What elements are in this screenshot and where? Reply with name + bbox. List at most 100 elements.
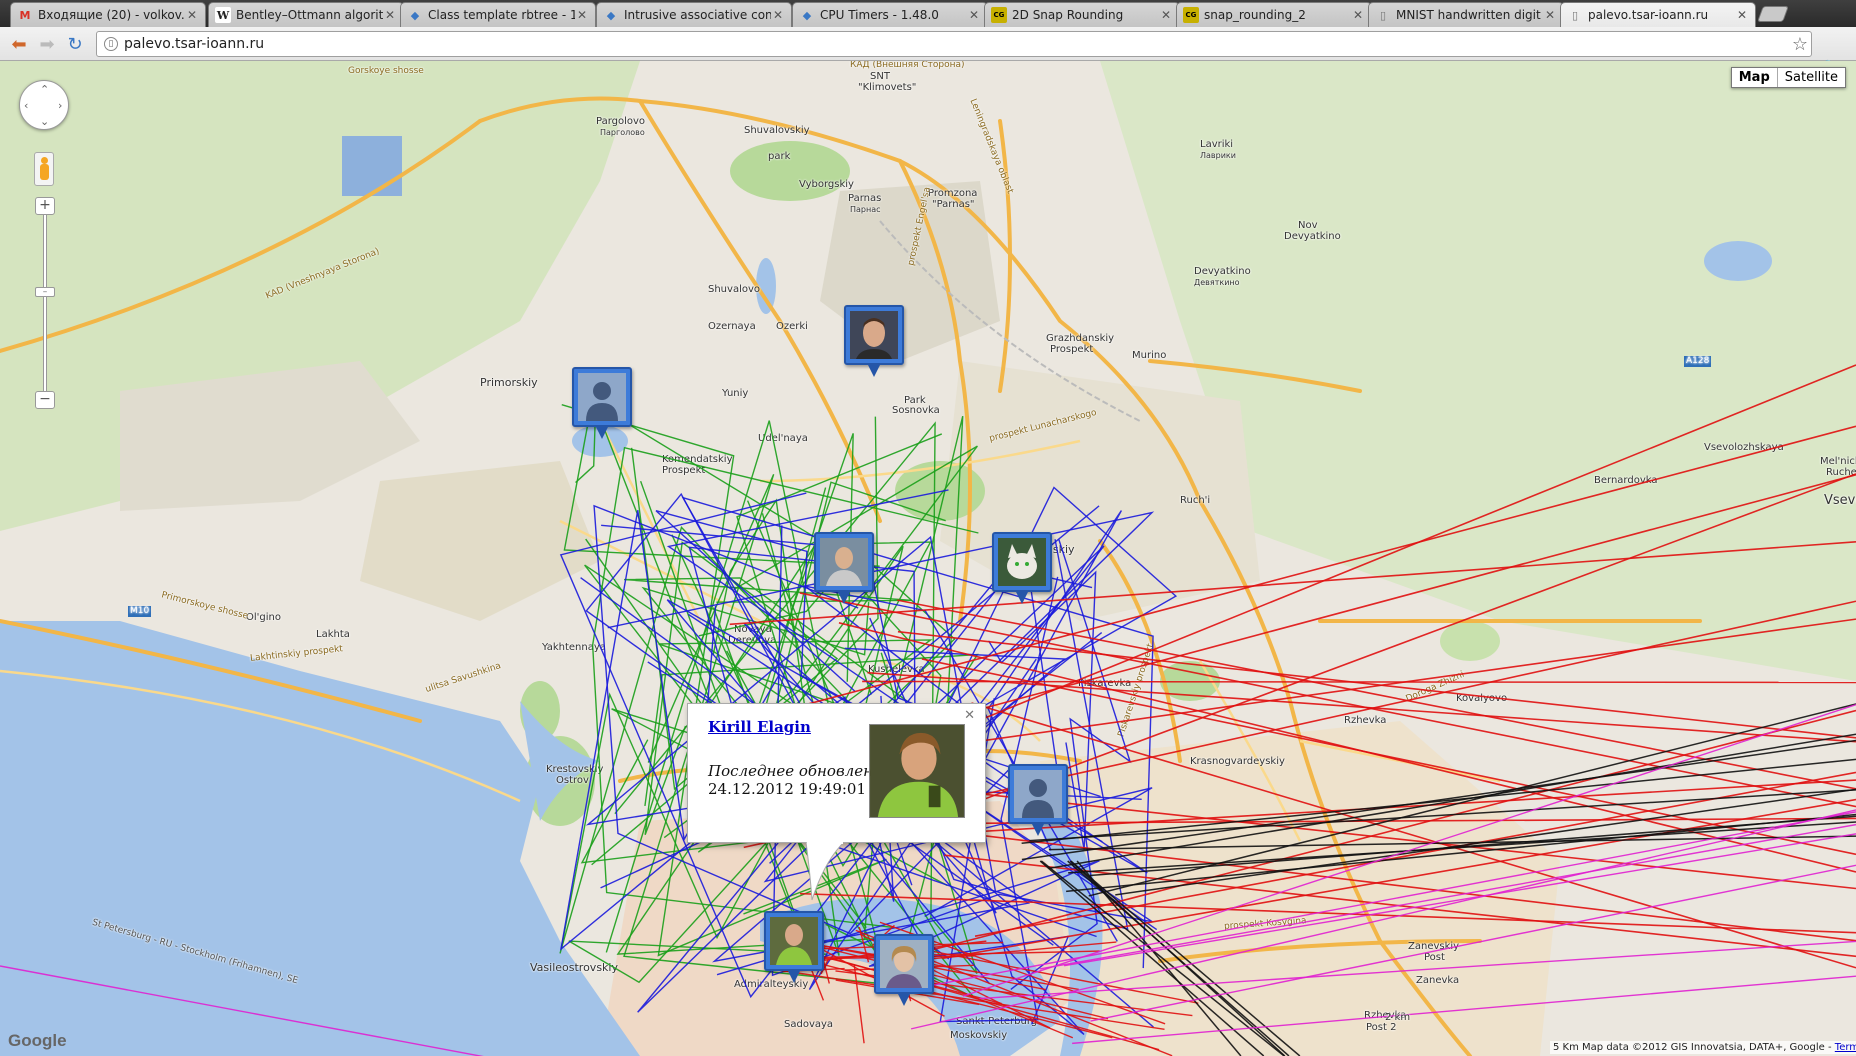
tab-gmail[interactable]: M Входящие (20) - volkov.io ✕ (10, 2, 206, 27)
magenta-track (0, 965, 484, 1056)
boost-icon: ◆ (802, 8, 812, 22)
back-arrow-icon: ⬅ (11, 33, 27, 55)
tab-boost-rbtree[interactable]: ◆ Class template rbtree - 1.4 ✕ (400, 2, 596, 27)
browser-toolbar: ⬅ ➡ ↻ ▯ palevo.tsar-ioann.ru ☆ 🔧 (0, 27, 1856, 80)
tab-title: Class template rbtree - 1.4 (428, 8, 575, 22)
close-icon[interactable]: ✕ (964, 708, 975, 723)
tab-title: MNIST handwritten digit d (1396, 8, 1543, 22)
black-track (1088, 703, 1856, 897)
url-text[interactable]: palevo.tsar-ioann.ru (124, 36, 1789, 52)
close-icon[interactable]: ✕ (1543, 8, 1557, 22)
marker-pointer (897, 992, 911, 1006)
zoom-slider-handle[interactable]: – (35, 287, 55, 297)
gmail-icon: M (19, 8, 31, 22)
pan-left-icon[interactable]: ‹ (24, 99, 28, 112)
marker-pointer (595, 425, 609, 439)
close-icon[interactable]: ✕ (1159, 8, 1173, 22)
new-tab-button[interactable] (1757, 6, 1789, 22)
marker-frame (992, 532, 1052, 592)
boost-icon: ◆ (606, 8, 616, 22)
user-marker[interactable] (844, 305, 904, 379)
marker-pointer (1031, 822, 1045, 836)
tab-boost-intrusive[interactable]: ◆ Intrusive associative conta ✕ (596, 2, 792, 27)
marker-frame (572, 367, 632, 427)
pegman-body (40, 164, 49, 180)
tab-strip: M Входящие (20) - volkov.io ✕ W Bentley–… (0, 0, 1856, 27)
tab-title: CPU Timers - 1.48.0 (820, 8, 939, 22)
terms-of-use-link[interactable]: Terms of Use (1835, 1042, 1856, 1053)
zoom-in-button[interactable]: + (35, 197, 55, 215)
magenta-track (962, 704, 1856, 997)
close-icon[interactable]: ✕ (967, 8, 981, 22)
zoom-out-button[interactable]: − (35, 391, 55, 409)
pan-control[interactable]: ⌃ ⌄ ‹ › (19, 80, 69, 130)
marker-pointer (1015, 590, 1029, 604)
cat-photo-icon (998, 538, 1046, 586)
pan-up-icon[interactable]: ⌃ (40, 83, 49, 96)
user-marker[interactable] (572, 367, 632, 441)
user-marker[interactable] (814, 532, 874, 606)
reload-icon: ↻ (67, 33, 83, 55)
marker-frame (764, 911, 824, 971)
page-icon: ▯ (104, 37, 118, 51)
default-avatar-icon (1014, 770, 1062, 818)
marker-pointer (867, 363, 881, 377)
document-icon: ▯ (1379, 8, 1387, 22)
close-icon[interactable]: ✕ (185, 8, 199, 22)
marker-frame (874, 934, 934, 994)
tab-cpu-timers[interactable]: ◆ CPU Timers - 1.48.0 ✕ (792, 2, 988, 27)
user-photo (869, 724, 965, 818)
close-icon[interactable]: ✕ (383, 8, 397, 22)
user-photo-icon (770, 917, 818, 965)
tab-snap-rounding[interactable]: CG 2D Snap Rounding ✕ (984, 2, 1180, 27)
map-copyright: 5 Km Map data ©2012 GIS Innovatsia, DATA… (1550, 1041, 1856, 1054)
forward-button[interactable]: ➡ (36, 33, 58, 55)
map-type-control: Map Satellite (1730, 67, 1846, 88)
red-track (853, 964, 865, 1044)
info-window: Kirill Elagin Последнее обновление: 24.1… (687, 703, 986, 901)
address-bar[interactable]: ▯ palevo.tsar-ioann.ru ☆ (96, 31, 1812, 57)
tab-wikipedia[interactable]: W Bentley–Ottmann algorith ✕ (208, 2, 404, 27)
close-icon[interactable]: ✕ (771, 8, 785, 22)
user-marker[interactable] (992, 532, 1052, 606)
document-icon: ▯ (1571, 8, 1579, 22)
marker-pointer (787, 969, 801, 983)
close-icon[interactable]: ✕ (1351, 8, 1365, 22)
user-marker[interactable] (1008, 764, 1068, 838)
street-view-pegman-icon[interactable] (34, 152, 54, 186)
tab-mnist[interactable]: ▯ MNIST handwritten digit d ✕ (1368, 2, 1564, 27)
map-canvas[interactable]: Pargolovo Паргoлово SNT "Klimovets" Shuv… (0, 61, 1856, 1056)
scale-5km-label: 5 Km (1553, 1042, 1579, 1053)
user-marker-selected[interactable] (764, 911, 824, 985)
tab-title: Входящие (20) - volkov.io (38, 8, 185, 22)
pan-down-icon[interactable]: ⌄ (40, 115, 49, 128)
user-photo-icon (820, 538, 868, 586)
user-photo-icon (850, 311, 898, 359)
user-photo-icon (880, 940, 928, 988)
map-type-map-button[interactable]: Map (1732, 68, 1778, 87)
map-type-satellite-button[interactable]: Satellite (1778, 68, 1845, 87)
tab-snap-rounding-2[interactable]: CG snap_rounding_2 ✕ (1176, 2, 1372, 27)
cgal-icon: CG (991, 7, 1007, 23)
bookmark-star-icon[interactable]: ☆ (1789, 34, 1811, 55)
close-icon[interactable]: ✕ (1735, 8, 1749, 22)
boost-icon: ◆ (410, 8, 420, 22)
tab-title: Intrusive associative conta (624, 8, 771, 22)
marker-frame (814, 532, 874, 592)
zoom-slider-rail[interactable] (43, 204, 47, 394)
red-track (791, 425, 1856, 710)
reload-button[interactable]: ↻ (64, 33, 86, 55)
marker-frame (844, 305, 904, 365)
close-icon[interactable]: ✕ (575, 8, 589, 22)
user-name-link[interactable]: Kirill Elagin (708, 718, 811, 736)
user-marker[interactable] (874, 934, 934, 1008)
black-track (1029, 789, 1856, 842)
last-update-date: 24.12.2012 19:49:01 (708, 780, 867, 798)
tab-title: snap_rounding_2 (1204, 8, 1306, 22)
back-button[interactable]: ⬅ (8, 33, 30, 55)
pan-right-icon[interactable]: › (58, 99, 62, 112)
info-window-tail (806, 842, 845, 901)
google-logo: Google (8, 1031, 67, 1050)
tab-title: Bentley–Ottmann algorith (236, 8, 383, 22)
tab-palevo[interactable]: ▯ palevo.tsar-ioann.ru ✕ (1560, 2, 1756, 27)
